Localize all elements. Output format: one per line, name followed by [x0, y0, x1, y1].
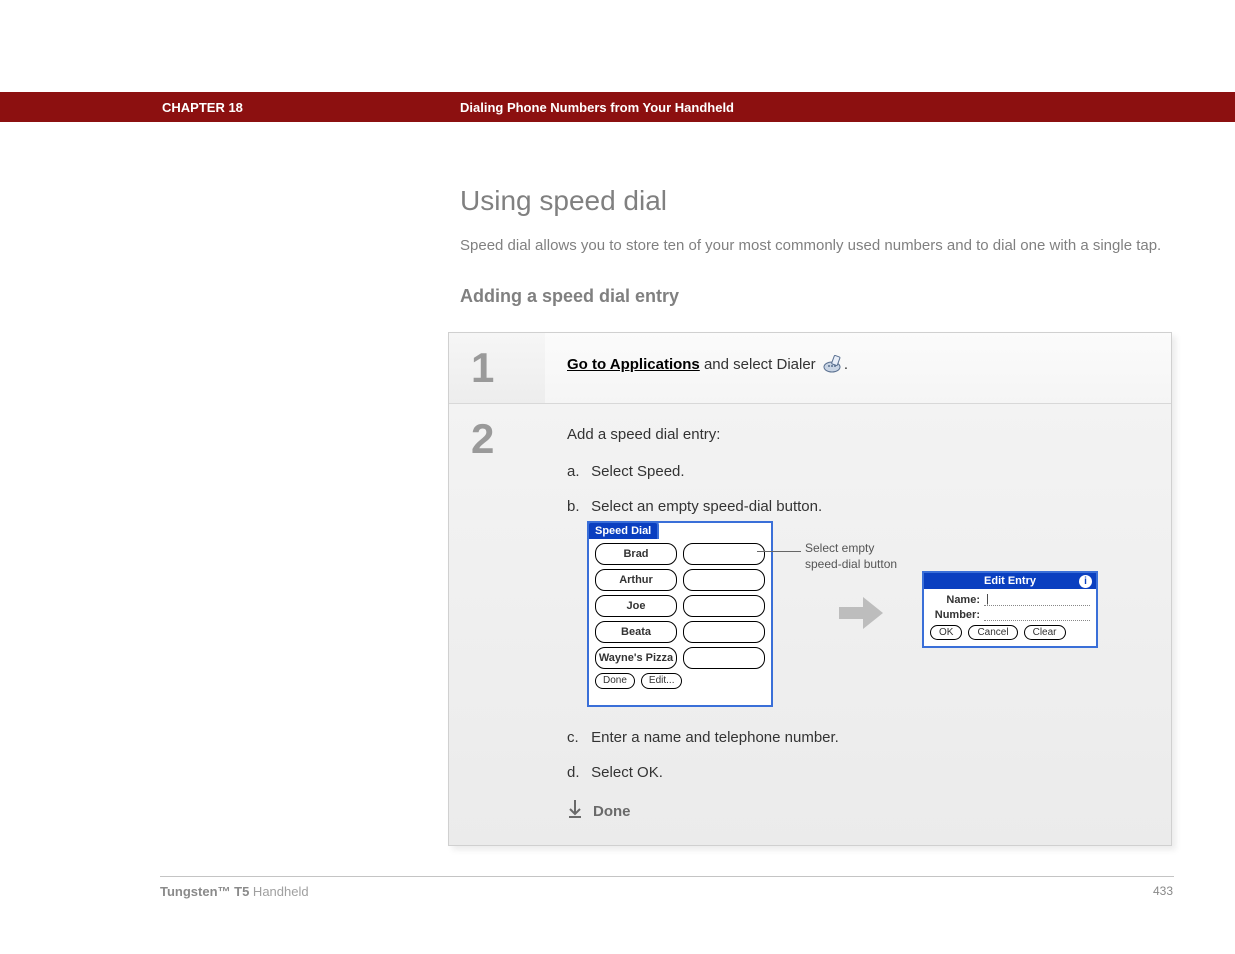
number-field-row: Number:	[930, 609, 1090, 621]
chapter-header-bar: CHAPTER 18 Dialing Phone Numbers from Yo…	[0, 92, 1235, 122]
clear-button[interactable]: Clear	[1024, 625, 1066, 640]
substep-marker: c.	[567, 729, 587, 746]
section-intro: Speed dial allows you to store ten of yo…	[460, 235, 1170, 256]
speed-dial-edit-button[interactable]: Edit...	[641, 673, 683, 689]
substep-marker: a.	[567, 463, 587, 480]
substep-text: Select an empty speed-dial button.	[591, 498, 822, 515]
arrow-right-icon	[837, 593, 885, 641]
go-to-applications-link[interactable]: Go to Applications	[567, 356, 700, 373]
text-cursor: |	[986, 593, 989, 605]
edit-entry-titlebar: Edit Entry i	[924, 573, 1096, 589]
speed-dial-tab: Speed Dial	[587, 521, 659, 539]
edit-entry-buttons: OK Cancel Clear	[930, 625, 1090, 640]
speed-dial-done-button[interactable]: Done	[595, 673, 635, 689]
speed-dial-empty-button[interactable]	[683, 569, 765, 591]
chapter-title: Dialing Phone Numbers from Your Handheld	[460, 100, 734, 115]
subsection-heading: Adding a speed dial entry	[460, 286, 1170, 307]
substep-a: a. Select Speed.	[567, 463, 1151, 480]
name-input[interactable]: |	[984, 594, 1090, 606]
cancel-button[interactable]: Cancel	[968, 625, 1017, 640]
footer-product: Tungsten™ T5 Handheld	[160, 884, 309, 899]
number-label: Number:	[930, 609, 980, 621]
substep-b: b. Select an empty speed-dial button. Sp…	[567, 498, 1151, 711]
substep-text: Select Speed.	[591, 463, 684, 480]
steps-container: 1 Go to Applications and select Dialer .…	[448, 332, 1172, 846]
speed-dial-button[interactable]: Beata	[595, 621, 677, 643]
substep-marker: d.	[567, 764, 587, 781]
callout-text: Select empty speed-dial button	[805, 541, 897, 572]
step-body: Go to Applications and select Dialer .	[545, 333, 1171, 403]
step-number: 1	[471, 347, 545, 389]
content-area: Using speed dial Speed dial allows you t…	[460, 185, 1170, 319]
name-field-row: Name: |	[930, 594, 1090, 606]
step2-intro: Add a speed dial entry:	[567, 426, 1151, 443]
ok-button[interactable]: OK	[930, 625, 962, 640]
callout-line2: speed-dial button	[805, 557, 897, 571]
speed-dial-graphic: Speed Dial Brad Arthur Joe Beata Wayne's…	[587, 521, 1151, 711]
step-row-2: 2 Add a speed dial entry: a. Select Spee…	[449, 403, 1171, 845]
speed-dial-button[interactable]: Wayne's Pizza	[595, 647, 677, 669]
step-row-1: 1 Go to Applications and select Dialer .	[449, 333, 1171, 403]
speed-dial-body: Brad Arthur Joe Beata Wayne's Pizza Done…	[589, 523, 771, 695]
callout-line1: Select empty	[805, 541, 874, 555]
speed-dial-empty-button[interactable]	[683, 647, 765, 669]
substep-marker: b.	[567, 498, 587, 515]
name-label: Name:	[930, 594, 980, 606]
done-label: Done	[593, 803, 631, 820]
info-icon[interactable]: i	[1079, 575, 1092, 588]
step-number-column: 2	[449, 404, 545, 845]
edit-entry-dialog: Edit Entry i Name: | Number:	[922, 571, 1098, 648]
done-arrow-icon	[567, 799, 583, 823]
step-number-column: 1	[449, 333, 545, 403]
section-heading: Using speed dial	[460, 185, 1170, 217]
footer-product-bold: Tungsten™ T5	[160, 884, 249, 899]
substep-d: d. Select OK.	[567, 764, 1151, 781]
edit-entry-title: Edit Entry	[984, 575, 1036, 587]
substep-c: c. Enter a name and telephone number.	[567, 729, 1151, 746]
speed-dial-button[interactable]: Joe	[595, 595, 677, 617]
done-row: Done	[567, 799, 1151, 823]
substep-text: Enter a name and telephone number.	[591, 729, 839, 746]
edit-entry-body: Name: | Number: OK Cancel	[924, 589, 1096, 646]
chapter-number: CHAPTER 18	[162, 100, 243, 115]
footer-product-rest: Handheld	[249, 884, 308, 899]
number-input[interactable]	[984, 609, 1090, 621]
footer-rule	[160, 876, 1174, 877]
step1-period: .	[844, 356, 848, 373]
speed-dial-window: Speed Dial Brad Arthur Joe Beata Wayne's…	[587, 521, 773, 707]
speed-dial-empty-button[interactable]	[683, 543, 765, 565]
speed-dial-empty-button[interactable]	[683, 595, 765, 617]
footer-page-number: 433	[1153, 884, 1173, 898]
speed-dial-button[interactable]: Arthur	[595, 569, 677, 591]
step1-text-rest: and select Dialer	[700, 356, 820, 373]
substep-text: Select OK.	[591, 764, 663, 781]
step-number: 2	[471, 418, 545, 460]
substep-list: a. Select Speed. b. Select an empty spee…	[567, 463, 1151, 781]
speed-dial-empty-button[interactable]	[683, 621, 765, 643]
callout-line	[757, 551, 801, 552]
speed-dial-button[interactable]: Brad	[595, 543, 677, 565]
step-body: Add a speed dial entry: a. Select Speed.…	[545, 404, 1171, 845]
dialer-icon	[822, 355, 842, 377]
